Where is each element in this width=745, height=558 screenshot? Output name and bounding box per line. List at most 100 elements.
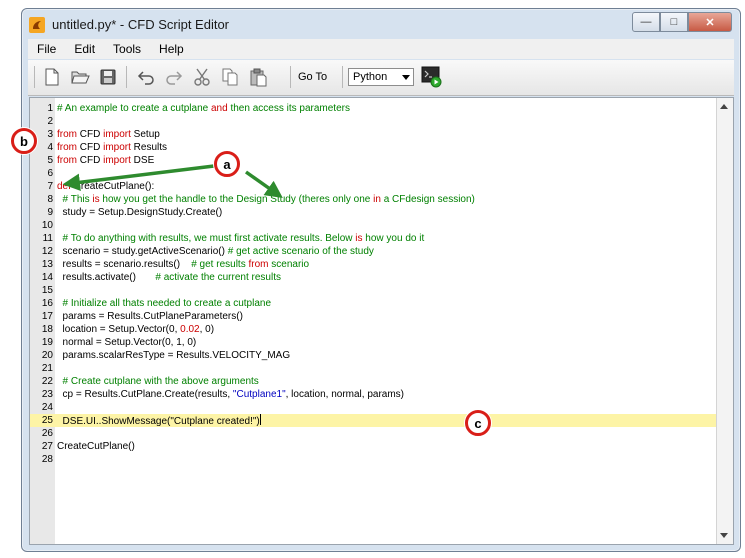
code-line[interactable]: 3 from CFD import Setup: [30, 128, 716, 141]
code-line[interactable]: 10: [30, 219, 716, 232]
menu-file[interactable]: File: [28, 42, 65, 56]
code-text: # Initialize all thats needed to create …: [57, 297, 271, 310]
code-editor[interactable]: 1 # An example to create a cutplane and t…: [29, 97, 734, 545]
scroll-down-icon[interactable]: [720, 533, 728, 538]
open-folder-icon[interactable]: [68, 65, 92, 89]
code-line[interactable]: 7 def CreateCutPlane():: [30, 180, 716, 193]
code-line[interactable]: 14 results.activate() # activate the cur…: [30, 271, 716, 284]
code-text: DSE.UI..ShowMessage("Cutplane created!"): [57, 414, 261, 428]
paste-icon[interactable]: [246, 65, 270, 89]
undo-icon[interactable]: [134, 65, 158, 89]
code-text: params.scalarResType = Results.VELOCITY_…: [57, 349, 291, 362]
code-text: # This is how you get the handle to the …: [57, 193, 475, 206]
code-token: CFD: [77, 155, 104, 166]
code-line[interactable]: 1 # An example to create a cutplane and t…: [30, 102, 716, 115]
close-button[interactable]: ✕: [688, 12, 732, 32]
line-number: 27: [41, 441, 53, 452]
maximize-button[interactable]: □: [660, 12, 688, 32]
code-line[interactable]: 9 study = Setup.DesignStudy.Create(): [30, 206, 716, 219]
code-text: CreateCutPlane(): [57, 440, 135, 453]
code-token: Setup: [130, 129, 160, 140]
code-token: def: [57, 181, 71, 192]
line-number: 1: [47, 103, 53, 114]
code-token: DSE: [130, 155, 155, 166]
callout-a: a: [214, 151, 240, 177]
scroll-up-icon[interactable]: [720, 104, 728, 109]
code-text: location = Setup.Vector(0, 0.02, 0): [57, 323, 215, 336]
code-text: cp = Results.CutPlane.Create(results, "C…: [57, 388, 404, 401]
vertical-scrollbar[interactable]: [716, 98, 733, 544]
code-line[interactable]: 22 # Create cutplane with the above argu…: [30, 375, 716, 388]
code-line[interactable]: 12 scenario = study.getActiveScenario() …: [30, 245, 716, 258]
toolbar-grip: [34, 66, 35, 88]
current-line[interactable]: 25 DSE.UI..ShowMessage("Cutplane created…: [30, 414, 716, 427]
code-token: # To do anything with results, we must f…: [57, 233, 356, 244]
line-number: 12: [41, 246, 53, 257]
minimize-button[interactable]: —: [632, 12, 660, 32]
line-number: 19: [41, 337, 53, 348]
code-line[interactable]: 16 # Initialize all thats needed to crea…: [30, 297, 716, 310]
window-title: untitled.py* - CFD Script Editor: [52, 17, 230, 32]
callout-c: c: [465, 410, 491, 436]
editor-window: untitled.py* - CFD Script Editor — □ ✕ F…: [21, 8, 741, 552]
code-line[interactable]: 6: [30, 167, 716, 180]
code-token: then access its parameters: [227, 103, 350, 114]
code-line[interactable]: 17 params = Results.CutPlaneParameters(): [30, 310, 716, 323]
menu-edit[interactable]: Edit: [65, 42, 104, 56]
callout-b: b: [11, 128, 37, 154]
code-area[interactable]: 1 # An example to create a cutplane and t…: [30, 102, 716, 466]
line-number: 21: [41, 363, 53, 374]
menu-bar: File Edit Tools Help: [28, 39, 734, 59]
run-script-icon[interactable]: [420, 65, 444, 89]
toolbar: Go To Python: [28, 60, 734, 96]
code-line[interactable]: 21: [30, 362, 716, 375]
code-line[interactable]: 24: [30, 401, 716, 414]
menu-tools[interactable]: Tools: [104, 42, 150, 56]
code-line[interactable]: 23 cp = Results.CutPlane.Create(results,…: [30, 388, 716, 401]
code-line[interactable]: 11 # To do anything with results, we mus…: [30, 232, 716, 245]
code-text: def CreateCutPlane():: [57, 180, 154, 193]
code-token: scenario: [268, 259, 310, 270]
language-select[interactable]: Python: [348, 68, 414, 86]
code-text: from CFD import Results: [57, 141, 167, 154]
code-line[interactable]: 26: [30, 427, 716, 440]
new-file-icon[interactable]: [40, 65, 64, 89]
code-token: DSE.UI..ShowMessage("Cutplane created!"): [57, 416, 260, 427]
code-line[interactable]: 8 # This is how you get the handle to th…: [30, 193, 716, 206]
redo-icon[interactable]: [162, 65, 186, 89]
code-line[interactable]: 13 results = scenario.results() # get re…: [30, 258, 716, 271]
line-number: 5: [47, 155, 53, 166]
code-token: import: [103, 142, 131, 153]
code-line[interactable]: 20 params.scalarResType = Results.VELOCI…: [30, 349, 716, 362]
code-text: params = Results.CutPlaneParameters(): [57, 310, 243, 323]
line-number: 14: [41, 272, 53, 283]
save-icon[interactable]: [96, 65, 120, 89]
code-token: results.activate(): [57, 272, 156, 283]
code-line[interactable]: 19 normal = Setup.Vector(0, 1, 0): [30, 336, 716, 349]
code-token: normal = Setup.Vector(0, 1, 0): [57, 337, 197, 348]
cut-icon[interactable]: [190, 65, 214, 89]
copy-icon[interactable]: [218, 65, 242, 89]
line-number: 28: [41, 454, 53, 465]
code-text: results.activate() # activate the curren…: [57, 271, 281, 284]
code-line[interactable]: 2: [30, 115, 716, 128]
title-bar[interactable]: untitled.py* - CFD Script Editor — □ ✕: [22, 9, 740, 39]
code-line[interactable]: 4 from CFD import Results: [30, 141, 716, 154]
go-to-button[interactable]: Go To: [298, 71, 327, 83]
menu-help[interactable]: Help: [150, 42, 193, 56]
code-line[interactable]: 28: [30, 453, 716, 466]
code-token: , location, normal, params): [285, 389, 405, 400]
code-token: how you get the handle to the Design Stu…: [99, 194, 374, 205]
code-token: Results: [130, 142, 168, 153]
code-line[interactable]: 5 from CFD import DSE: [30, 154, 716, 167]
code-line[interactable]: 15: [30, 284, 716, 297]
code-token: scenario = study.getActiveScenario(): [57, 246, 228, 257]
line-number: 13: [41, 259, 53, 270]
code-token: import: [103, 155, 131, 166]
code-token: from: [57, 142, 77, 153]
code-text: # Create cutplane with the above argumen…: [57, 375, 259, 388]
code-line[interactable]: 27 CreateCutPlane(): [30, 440, 716, 453]
chevron-down-icon: [402, 75, 410, 80]
code-text: scenario = study.getActiveScenario() # g…: [57, 245, 374, 258]
code-line[interactable]: 18 location = Setup.Vector(0, 0.02, 0): [30, 323, 716, 336]
